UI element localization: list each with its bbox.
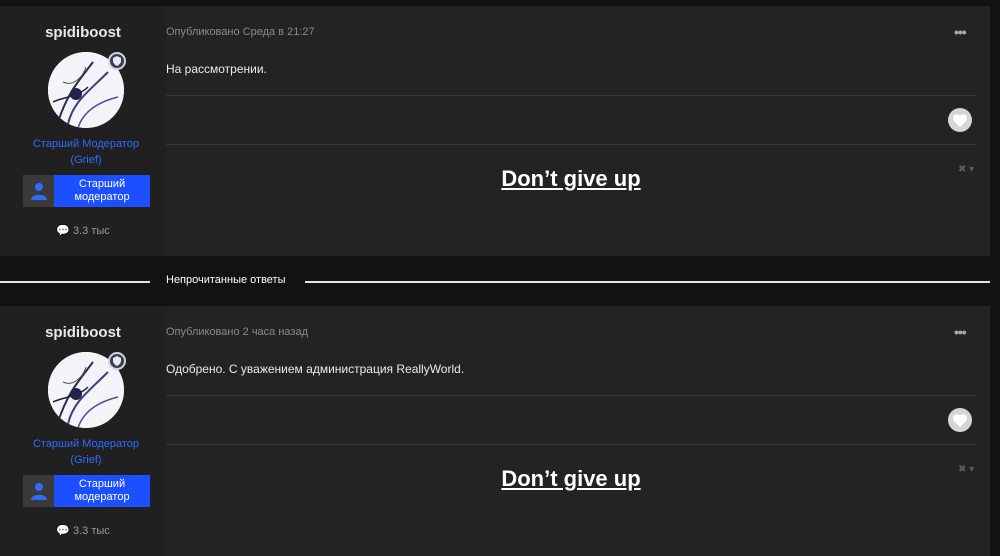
comment-icon: 💬 <box>56 225 70 237</box>
ellipsis-icon[interactable]: ••• <box>954 325 967 339</box>
post: spidiboost Старший Модератор (Grief) Ста… <box>0 306 990 556</box>
post-content: На рассмотрении. <box>166 62 267 76</box>
author-role-line1: Старший Модератор <box>32 438 140 450</box>
post-count-value: 3.3 тыс <box>72 225 110 237</box>
rank-label-line2: модератор <box>74 491 130 503</box>
divider <box>166 395 976 396</box>
author-role-line2: (Grief) <box>70 454 102 466</box>
rank-label-line2: модератор <box>74 191 130 203</box>
rank-label-line1: Старший <box>78 178 126 190</box>
moderator-badge-icon <box>108 52 126 70</box>
post-count-value: 3.3 тыс <box>72 525 110 537</box>
author-role-line1: Старший Модератор <box>32 138 140 150</box>
user-rank-icon <box>23 175 54 207</box>
unread-divider-label: Непрочитанные ответы <box>166 274 286 286</box>
signature: Don’t give up <box>501 166 641 191</box>
post-content: Одобрено. С уважением администрация Real… <box>166 362 465 376</box>
heart-icon[interactable] <box>948 408 972 432</box>
unread-divider: Непрочитанные ответы <box>0 272 1000 290</box>
author-role: Старший Модератор (Grief) <box>20 136 152 168</box>
post-date[interactable]: Опубликовано Среда в 21:27 <box>166 26 315 38</box>
rank-badge: Старший модератор <box>23 475 150 507</box>
rank-label: Старший модератор <box>54 475 150 507</box>
ellipsis-icon[interactable]: ••• <box>954 25 967 39</box>
author-role-line2: (Grief) <box>70 154 102 166</box>
author-name[interactable]: spidiboost <box>0 24 166 41</box>
divider <box>166 95 976 96</box>
post-author-panel: spidiboost Старший Модератор (Grief) Ста… <box>0 6 166 256</box>
comment-icon: 💬 <box>56 525 70 537</box>
post-count: 💬 3.3 тыс <box>0 524 166 537</box>
author-role: Старший Модератор (Grief) <box>20 436 152 468</box>
post-count: 💬 3.3 тыс <box>0 224 166 237</box>
signature: Don’t give up <box>501 466 641 491</box>
post: spidiboost Старший Модератор (Grief) Ста… <box>0 6 990 256</box>
post-date[interactable]: Опубликовано 2 часа назад <box>166 326 308 338</box>
user-rank-icon <box>23 475 54 507</box>
moderator-badge-icon <box>108 352 126 370</box>
divider-line-left <box>0 281 150 283</box>
post-author-panel: spidiboost Старший Модератор (Grief) Ста… <box>0 306 166 556</box>
divider <box>166 444 976 445</box>
divider <box>166 144 976 145</box>
rank-badge: Старший модератор <box>23 175 150 207</box>
rank-label-line1: Старший <box>78 478 126 490</box>
heart-icon[interactable] <box>948 108 972 132</box>
divider-line-right <box>305 281 990 283</box>
rank-label: Старший модератор <box>54 175 150 207</box>
author-name[interactable]: spidiboost <box>0 324 166 341</box>
